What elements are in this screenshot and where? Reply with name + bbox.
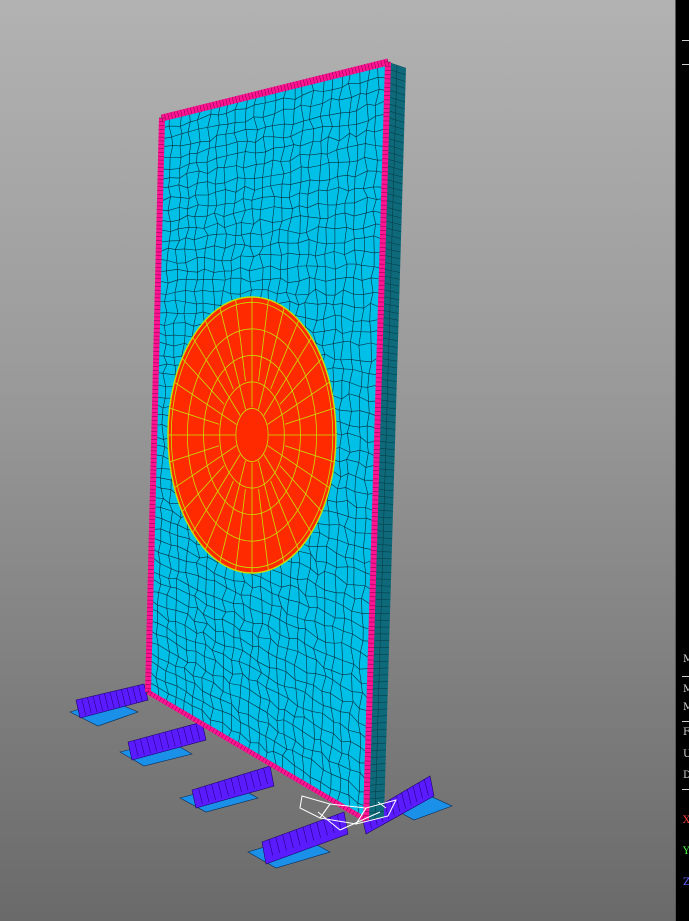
panel-divider xyxy=(682,64,689,65)
model-scene[interactable] xyxy=(0,0,675,921)
axis-y-label: Y xyxy=(683,846,689,857)
axis-x-label: X xyxy=(683,816,689,826)
info-label-d: D xyxy=(683,771,689,781)
info-label-u: U xyxy=(683,750,689,760)
side-info-panel: M M M F U D X Y Z xyxy=(675,0,689,921)
panel-divider xyxy=(682,721,689,722)
info-label-m: M xyxy=(683,703,689,713)
panel-divider xyxy=(682,40,689,41)
info-label-f: F xyxy=(683,728,689,738)
info-label-m: M xyxy=(683,655,689,665)
info-label-m: M xyxy=(683,685,689,695)
panel-divider xyxy=(682,676,689,677)
axis-z-label: Z xyxy=(683,878,689,888)
fea-preprocessor-window: M M M F U D X Y Z xyxy=(0,0,689,921)
panel-divider xyxy=(682,789,689,790)
graphics-viewport[interactable] xyxy=(0,0,675,921)
